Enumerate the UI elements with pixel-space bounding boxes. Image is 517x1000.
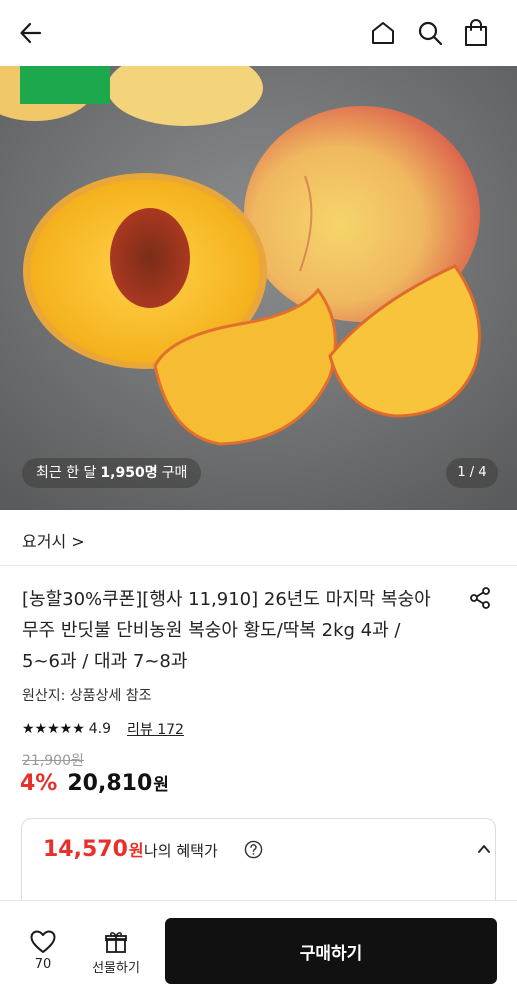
- product-photo: [0, 66, 517, 510]
- home-icon[interactable]: [370, 20, 396, 46]
- price-row: 4% 20,810 원: [20, 770, 169, 796]
- recent-count: 1,950명: [100, 465, 158, 481]
- store-link-row[interactable]: 요거시 >: [0, 510, 517, 566]
- gift-button[interactable]: 선물하기: [86, 930, 146, 980]
- sale-price: 20,810: [67, 771, 153, 796]
- product-image-carousel[interactable]: 최근 한 달 1,950명 구매 1 / 4: [0, 66, 517, 510]
- gift-icon: [105, 932, 127, 953]
- gift-label: 선물하기: [92, 961, 140, 976]
- benefit-label: 나의 혜택가: [144, 842, 218, 860]
- top-bar: [0, 0, 517, 66]
- benefit-price-unit: 원: [128, 841, 144, 860]
- share-icon[interactable]: [468, 586, 492, 610]
- benefit-price-value: 14,570: [43, 837, 128, 862]
- price-unit: 원: [153, 775, 169, 795]
- search-icon[interactable]: [417, 20, 443, 46]
- arrow-left-icon[interactable]: [18, 20, 44, 46]
- recent-purchase-badge: 최근 한 달 1,950명 구매: [22, 458, 202, 488]
- discount-rate: 4%: [20, 771, 58, 796]
- benefit-price: 14,570 원: [43, 837, 144, 862]
- star-rating-icon: ★★★★★: [22, 721, 85, 737]
- original-price: 21,900원: [22, 753, 84, 769]
- buy-button[interactable]: 구매하기: [165, 918, 497, 984]
- help-icon[interactable]: [244, 840, 263, 859]
- like-count: 70: [34, 957, 52, 972]
- origin-info: 원산지: 상품상세 참조: [22, 688, 152, 704]
- chevron-up-icon[interactable]: [477, 842, 491, 856]
- like-button[interactable]: 70: [20, 930, 66, 980]
- rating-row: ★★★★★ 4.9 리뷰 172: [22, 718, 184, 740]
- image-pager: 1 / 4: [446, 458, 498, 488]
- recent-prefix: 최근 한 달: [36, 465, 97, 481]
- reviews-link[interactable]: 리뷰 172: [127, 719, 184, 739]
- heart-icon: [30, 930, 56, 953]
- rating-score: 4.9: [88, 721, 112, 737]
- shopping-bag-icon[interactable]: [463, 19, 489, 47]
- store-name[interactable]: 요거시 >: [22, 528, 85, 552]
- product-title: [농할30%쿠폰][행사 11,910] 26년도 마지막 복숭아 무주 반딧불…: [22, 589, 431, 672]
- recent-suffix: 구매: [161, 465, 188, 481]
